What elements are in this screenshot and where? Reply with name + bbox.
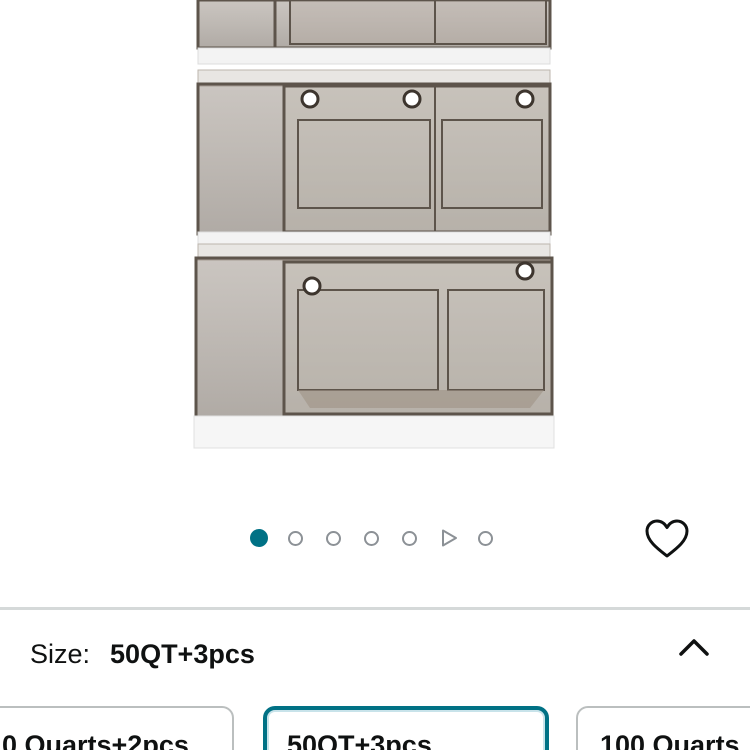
bin-top xyxy=(196,0,552,65)
carousel-dot-5[interactable] xyxy=(402,530,417,546)
section-divider xyxy=(0,607,750,610)
size-option-button[interactable]: 0 Quarts+2pcs xyxy=(0,706,234,750)
image-carousel-dots xyxy=(250,526,516,550)
carousel-dot-4[interactable] xyxy=(364,530,379,546)
carousel-dot-7[interactable] xyxy=(478,530,493,546)
bin-bottom xyxy=(193,243,555,449)
size-option-label: 100 Quarts xyxy=(600,730,740,750)
size-label: Size: xyxy=(30,638,91,669)
play-icon[interactable] xyxy=(440,529,458,547)
size-selector-header[interactable]: Size: 50QT+3pcs xyxy=(30,636,255,672)
bin-middle xyxy=(196,69,552,247)
carousel-dot-3[interactable] xyxy=(326,530,341,546)
size-option-button-selected[interactable]: 50QT+3pcs xyxy=(263,706,549,750)
carousel-dot-2[interactable] xyxy=(288,530,303,546)
heart-outline-icon[interactable] xyxy=(644,518,690,560)
size-option-label: 0 Quarts+2pcs xyxy=(2,730,189,750)
size-option-label: 50QT+3pcs xyxy=(287,730,432,750)
chevron-up-icon[interactable] xyxy=(676,632,712,662)
carousel-dot-1-active[interactable] xyxy=(250,529,268,547)
product-image[interactable] xyxy=(180,0,570,460)
size-options-row: 0 Quarts+2pcs 50QT+3pcs 100 Quarts xyxy=(0,702,750,750)
size-option-button[interactable]: 100 Quarts xyxy=(576,706,750,750)
size-selected-value: 50QT+3pcs xyxy=(110,638,255,669)
